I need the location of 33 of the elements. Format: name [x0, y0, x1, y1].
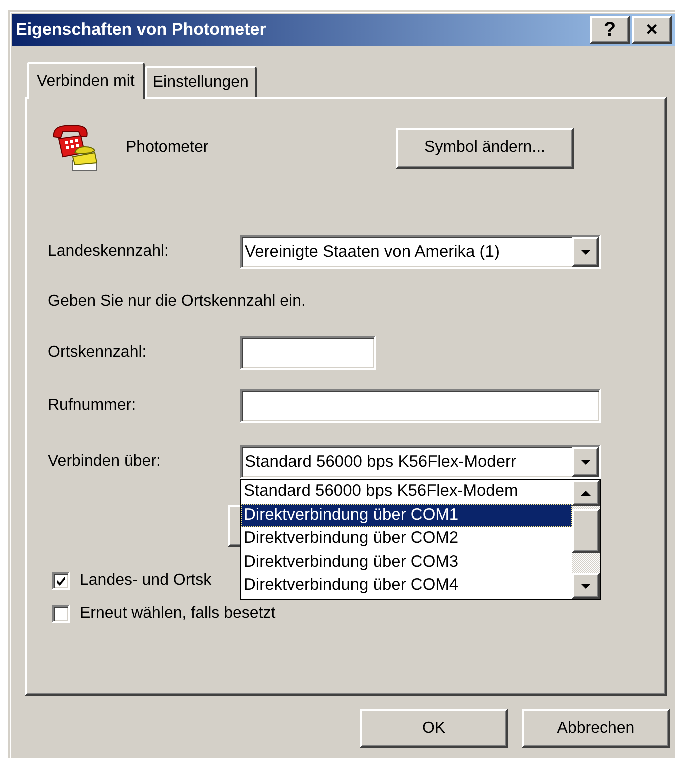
tab[interactable]: Einstellungen	[144, 66, 257, 97]
close-button[interactable]: ×	[632, 16, 672, 44]
tab[interactable]: Verbinden mit	[27, 62, 145, 99]
dropdown-field[interactable]: Standard 56000 bps K56Flex-Moderr	[240, 445, 601, 479]
change-icon-button[interactable]: Symbol ändern...	[396, 128, 574, 168]
field-label: Rufnummer:	[48, 397, 138, 415]
input-field[interactable]	[240, 389, 601, 423]
checkbox-label[interactable]: Landes- und Ortsk	[80, 572, 212, 590]
ok-button[interactable]: OK	[360, 709, 508, 748]
dropdown-option[interactable]: Direktverbindung über COM3	[241, 550, 572, 574]
dropdown-option[interactable]: Direktverbindung über COM1	[241, 504, 572, 528]
field-label: Verbinden über:	[48, 453, 162, 471]
scrollbar[interactable]	[572, 480, 600, 599]
dropdown-option[interactable]: Standard 56000 bps K56Flex-Modem	[241, 480, 572, 504]
checkbox[interactable]	[52, 605, 70, 623]
field-label: Landeskennzahl:	[48, 243, 170, 261]
cancel-button[interactable]: Abbrechen	[522, 709, 670, 748]
scroll-up-icon	[581, 489, 591, 497]
field-label: Ortskennzahl:	[48, 344, 148, 362]
checkbox[interactable]	[52, 572, 70, 590]
window-title: Eigenschaften von Photometer	[16, 20, 266, 40]
checkmark-icon	[55, 575, 67, 587]
dropdown-option[interactable]: Direktverbindung über COM4	[241, 574, 572, 598]
scroll-down-icon	[581, 582, 591, 590]
dropdown-option[interactable]: Direktverbindung über COM2	[241, 527, 572, 551]
checkbox-label[interactable]: Erneut wählen, falls besetzt	[80, 605, 276, 623]
input-field[interactable]	[240, 336, 376, 370]
dropdown-field[interactable]: Vereinigte Staaten von Amerika (1)	[240, 235, 601, 269]
hint-text: Geben Sie nur die Ortskennzahl ein.	[48, 292, 307, 312]
dropdown-arrow-icon	[580, 458, 590, 466]
dropdown-arrow-icon	[580, 248, 590, 256]
connection-name: Photometer	[126, 139, 209, 157]
help-button[interactable]: ?	[590, 16, 630, 44]
